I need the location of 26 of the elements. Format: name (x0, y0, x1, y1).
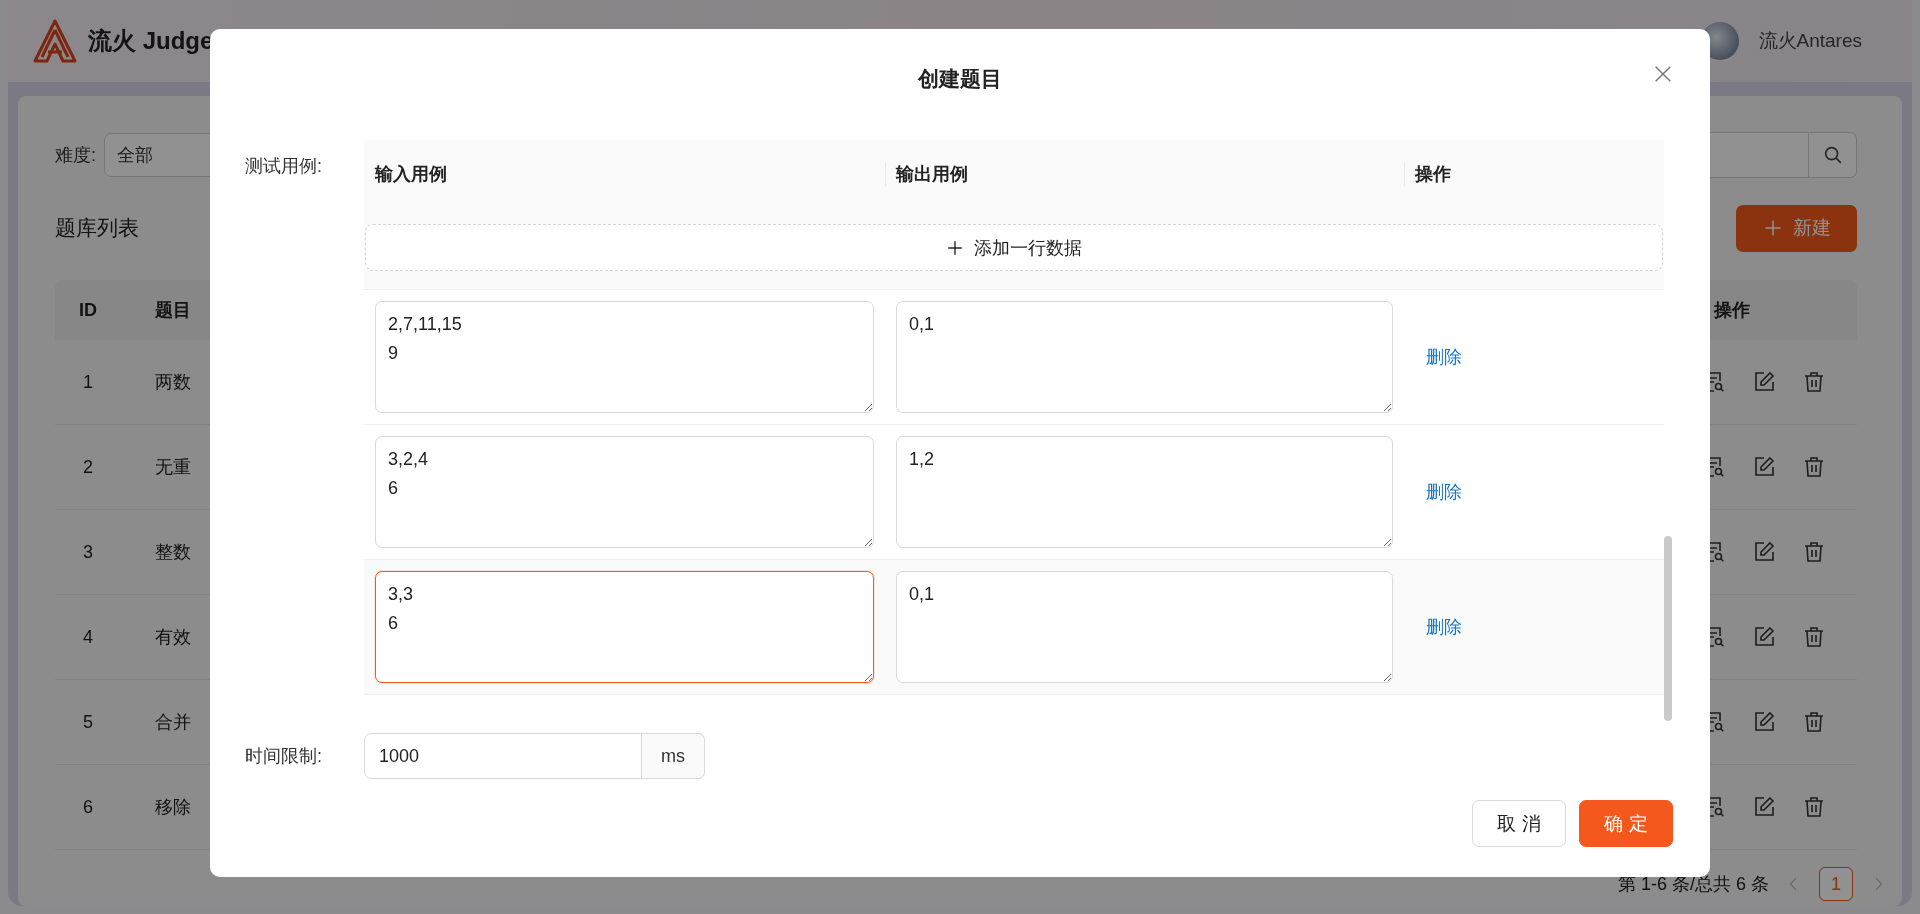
column-header: 题目 (155, 300, 191, 320)
list-title: 题库列表 (55, 215, 139, 241)
column-header: 操作 (1714, 300, 1750, 320)
table-cell-text: 5 (82, 711, 94, 733)
table-cell: 移除 (155, 797, 191, 817)
column-header: ID (79, 299, 97, 320)
table-cell-text: 6 (82, 796, 94, 818)
table-cell-text: 3 (82, 541, 94, 563)
unit-label: ms (642, 733, 705, 779)
table-cell: 整数 (155, 542, 191, 562)
filter-label: 难度: (55, 144, 96, 167)
table-cell-text: 4 (82, 626, 94, 648)
column-header: 输入用例 (375, 164, 447, 184)
pagination-summary: 第 1-6 条/总共 6 条 (1617, 873, 1769, 896)
table-cell: 无重 (155, 457, 191, 477)
column-header: 操作 (1415, 164, 1451, 184)
table-cell: 有效 (155, 627, 191, 647)
column-header: 输出用例 (896, 164, 968, 184)
app-name: 流火 Judge (88, 26, 214, 56)
dialog-title: 创建题目 (918, 66, 1002, 92)
table-cell-text: 1 (82, 371, 94, 393)
table-cell: 合并 (155, 712, 191, 732)
table-cell: 两数 (155, 372, 191, 392)
field-label: 时间限制: (245, 745, 323, 768)
user-name: 流火Antares (1758, 29, 1862, 53)
table-cell-text: 2 (82, 456, 94, 478)
